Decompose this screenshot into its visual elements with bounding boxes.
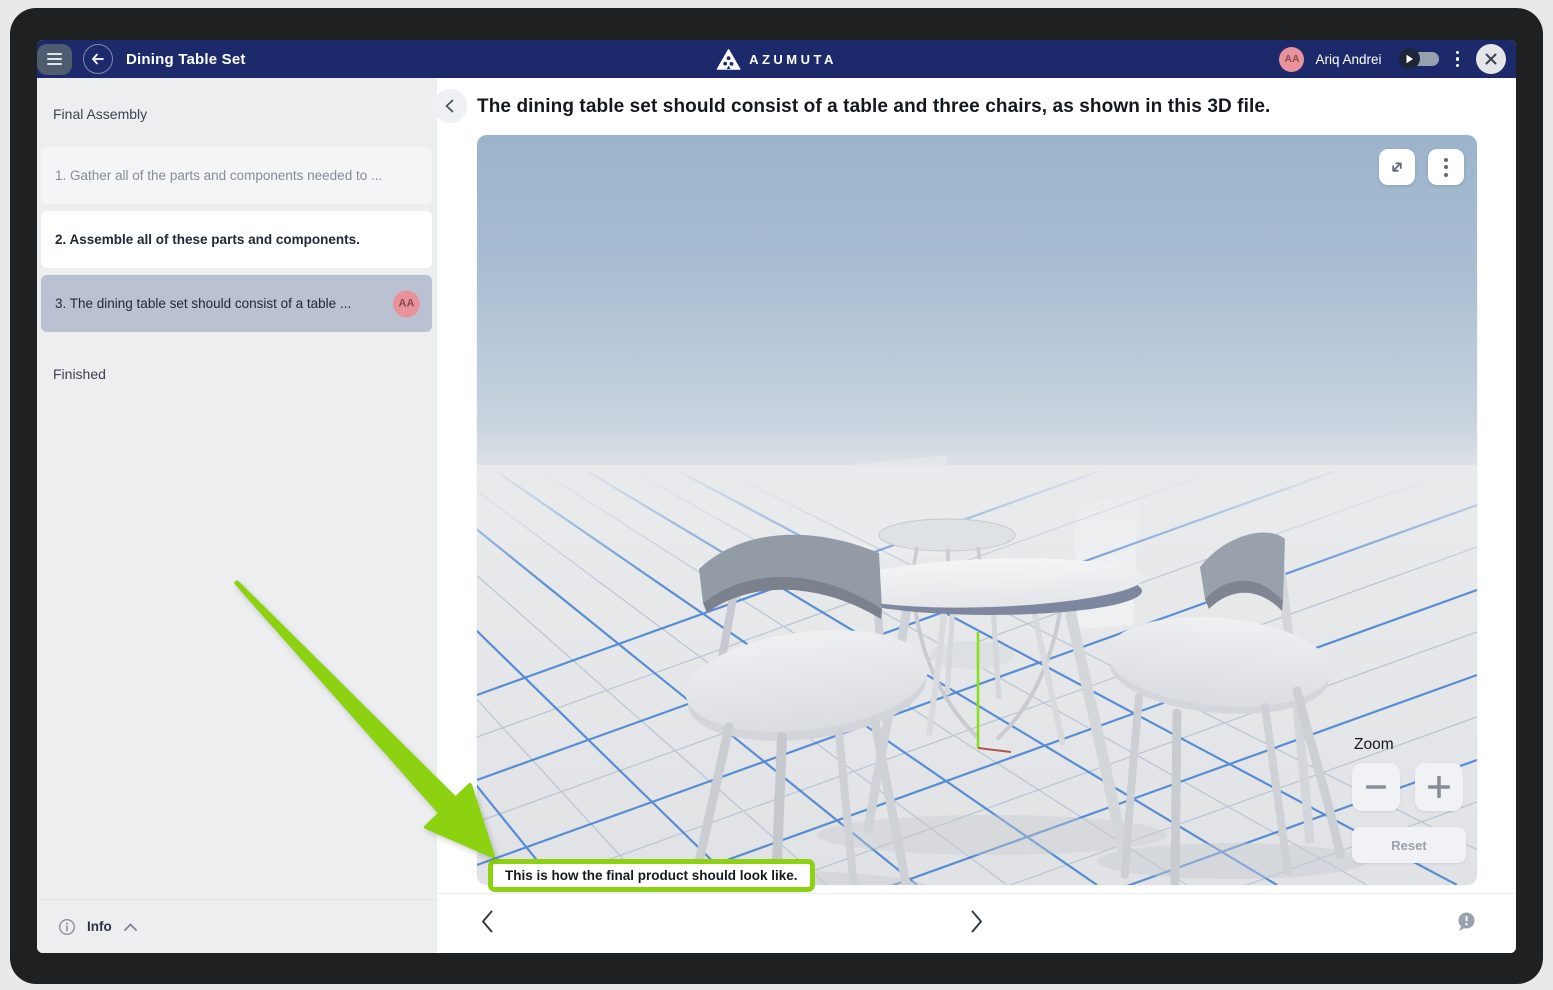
body-row: Final Assembly 1. Gather all of the part… bbox=[37, 78, 1516, 953]
section-title: Final Assembly bbox=[53, 106, 437, 122]
chevron-left-icon bbox=[479, 909, 495, 933]
brand-name: AZUMUTA bbox=[749, 52, 837, 67]
top-bar-right: AA Ariq Andrei bbox=[1279, 44, 1516, 74]
zoom-controls: Zoom bbox=[1352, 736, 1466, 863]
step-label: 2. Assemble all of these parts and compo… bbox=[55, 232, 394, 247]
main-panel: The dining table set should consist of a… bbox=[437, 78, 1516, 953]
3d-viewer[interactable]: Zoom bbox=[477, 135, 1477, 885]
zoom-out-button[interactable] bbox=[1352, 763, 1400, 811]
back-button[interactable] bbox=[83, 44, 113, 74]
hamburger-icon bbox=[47, 53, 62, 55]
step-assignee-avatar: AA bbox=[393, 290, 420, 317]
viewer-menu-button[interactable] bbox=[1428, 149, 1464, 185]
viewer-actions bbox=[1379, 149, 1464, 185]
annotation-callout: This is how the final product should loo… bbox=[488, 859, 815, 892]
minus-icon bbox=[1364, 775, 1388, 799]
feedback-bubble-icon bbox=[1456, 911, 1477, 932]
info-label: Info bbox=[87, 919, 112, 934]
chevron-left-icon bbox=[443, 99, 457, 113]
steps-list: 1. Gather all of the parts and component… bbox=[41, 147, 432, 339]
brand-logo: AZUMUTA bbox=[716, 40, 837, 78]
app-window: Dining Table Set AZUMUTA AA Ariq Andrei bbox=[37, 40, 1516, 953]
arrow-left-icon bbox=[90, 51, 106, 67]
zoom-in-button[interactable] bbox=[1415, 763, 1463, 811]
plus-icon bbox=[1426, 774, 1452, 800]
bottom-navigation bbox=[437, 893, 1516, 953]
steps-sidebar: Final Assembly 1. Gather all of the part… bbox=[37, 78, 437, 953]
step-label: 3. The dining table set should consist o… bbox=[55, 296, 385, 311]
step-back-button[interactable] bbox=[433, 89, 467, 123]
3d-scene bbox=[477, 135, 1477, 885]
kebab-icon bbox=[1444, 158, 1448, 177]
hamburger-menu-button[interactable] bbox=[37, 44, 72, 75]
step-title: The dining table set should consist of a… bbox=[477, 96, 1270, 118]
chevron-right-icon bbox=[969, 909, 985, 933]
user-avatar[interactable]: AA bbox=[1279, 47, 1304, 72]
workinstruction-title: Dining Table Set bbox=[126, 51, 246, 68]
feedback-button[interactable] bbox=[1456, 911, 1477, 937]
zoom-label: Zoom bbox=[1354, 736, 1466, 754]
play-toggle[interactable] bbox=[1399, 51, 1439, 67]
sidebar-step-3-selected[interactable]: 3. The dining table set should consist o… bbox=[41, 275, 432, 332]
previous-step-button[interactable] bbox=[475, 905, 499, 942]
close-button[interactable] bbox=[1476, 44, 1506, 74]
sidebar-step-2[interactable]: 2. Assemble all of these parts and compo… bbox=[41, 211, 432, 268]
expand-icon bbox=[1388, 158, 1406, 176]
sidebar-step-1[interactable]: 1. Gather all of the parts and component… bbox=[41, 147, 432, 204]
close-icon bbox=[1484, 52, 1498, 66]
finished-label: Finished bbox=[53, 366, 437, 382]
fullscreen-button[interactable] bbox=[1379, 149, 1415, 185]
user-name: Ariq Andrei bbox=[1315, 52, 1381, 67]
reset-button[interactable]: Reset bbox=[1352, 827, 1466, 863]
play-icon bbox=[1399, 48, 1420, 69]
step-header: The dining table set should consist of a… bbox=[437, 78, 1516, 135]
overflow-menu-icon[interactable] bbox=[1450, 47, 1466, 72]
top-bar: Dining Table Set AZUMUTA AA Ariq Andrei bbox=[37, 40, 1516, 78]
info-toggle[interactable]: Info bbox=[37, 899, 437, 953]
azumuta-logo-icon bbox=[716, 49, 740, 70]
info-icon bbox=[58, 918, 76, 936]
step-label: 1. Gather all of the parts and component… bbox=[55, 168, 416, 183]
chevron-up-icon bbox=[123, 922, 138, 932]
next-step-button[interactable] bbox=[965, 905, 989, 942]
